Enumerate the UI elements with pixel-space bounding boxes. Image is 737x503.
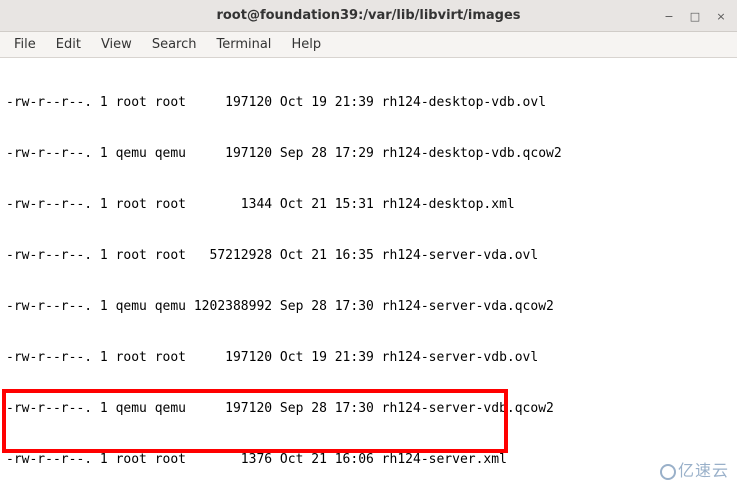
highlight-box xyxy=(2,389,508,453)
menu-file[interactable]: File xyxy=(4,34,46,55)
terminal-line: -rw-r--r--. 1 root root 57212928 Oct 21 … xyxy=(6,247,731,264)
menu-help[interactable]: Help xyxy=(281,34,331,55)
terminal-line: -rw-r--r--. 1 qemu qemu 197120 Sep 28 17… xyxy=(6,400,731,417)
close-button[interactable]: × xyxy=(709,4,733,28)
menu-search[interactable]: Search xyxy=(142,34,207,55)
watermark-logo: 亿速云 xyxy=(638,446,729,497)
window-titlebar: root@foundation39:/var/lib/libvirt/image… xyxy=(0,0,737,32)
terminal-line: -rw-r--r--. 1 root root 197120 Oct 19 21… xyxy=(6,349,731,366)
maximize-button[interactable]: □ xyxy=(683,4,707,28)
menu-terminal[interactable]: Terminal xyxy=(206,34,281,55)
logo-circle-icon xyxy=(660,464,676,480)
watermark-text: 亿速云 xyxy=(678,463,729,480)
terminal-line: -rw-r--r--. 1 root root 197120 Oct 19 21… xyxy=(6,94,731,111)
terminal-line: -rw-r--r--. 1 qemu qemu 1202388992 Sep 2… xyxy=(6,298,731,315)
menubar: File Edit View Search Terminal Help xyxy=(0,32,737,58)
terminal-line: -rw-r--r--. 1 qemu qemu 197120 Sep 28 17… xyxy=(6,145,731,162)
terminal-area[interactable]: -rw-r--r--. 1 root root 197120 Oct 19 21… xyxy=(0,58,737,503)
window-controls: − □ × xyxy=(657,4,733,28)
menu-edit[interactable]: Edit xyxy=(46,34,91,55)
menu-view[interactable]: View xyxy=(91,34,142,55)
terminal-line: -rw-r--r--. 1 root root 1344 Oct 21 15:3… xyxy=(6,196,731,213)
minimize-button[interactable]: − xyxy=(657,4,681,28)
window-title: root@foundation39:/var/lib/libvirt/image… xyxy=(0,8,737,23)
terminal-line: -rw-r--r--. 1 root root 1376 Oct 21 16:0… xyxy=(6,451,731,468)
